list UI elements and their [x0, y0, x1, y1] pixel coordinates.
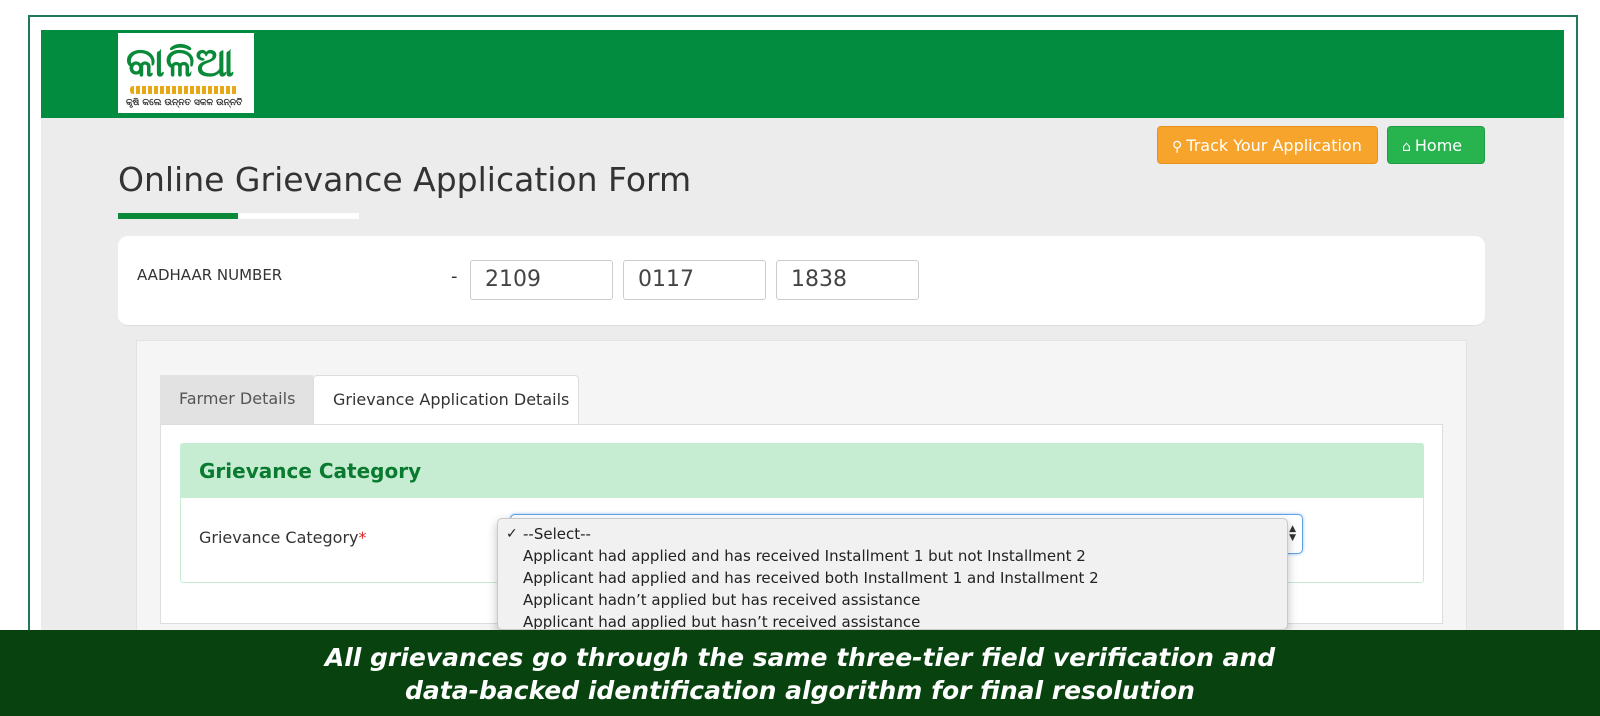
option-label: Applicant had applied but hasn’t receive… [523, 613, 921, 630]
option-label: Applicant had applied and has received b… [523, 569, 1099, 587]
map-marker-icon: ⚲ [1172, 139, 1183, 155]
wheat-icon [130, 86, 238, 94]
track-application-button[interactable]: ⚲ Track Your Application [1157, 126, 1378, 164]
aadhaar-separator: - [451, 266, 458, 287]
home-button[interactable]: ⌂ Home [1387, 126, 1485, 164]
dropdown-option-select[interactable]: ✓ --Select-- [498, 523, 1287, 545]
page-title: Online Grievance Application Form [118, 160, 692, 199]
title-underline-accent [118, 213, 238, 219]
option-label: Applicant had applied and has received I… [523, 547, 1086, 565]
option-label: --Select-- [523, 525, 591, 543]
aadhaar-part-3-input[interactable]: 1838 [776, 260, 919, 300]
aadhaar-label: AADHAAR NUMBER [137, 266, 283, 284]
check-icon: ✓ [506, 526, 518, 542]
home-label: Home [1414, 136, 1463, 155]
home-icon: ⌂ [1402, 139, 1411, 155]
dropdown-option[interactable]: Applicant had applied and has received I… [498, 545, 1287, 567]
tab-grievance-application-details[interactable]: Grievance Application Details [313, 375, 579, 426]
dropdown-option[interactable]: Applicant hadn’t applied but has receive… [498, 589, 1287, 611]
grievance-category-heading: Grievance Category [181, 444, 1423, 498]
title-underline [118, 213, 359, 219]
caption-line-1: All grievances go through the same three… [324, 643, 1276, 672]
logo-text: କାଳିଆ [126, 40, 236, 86]
caption-banner: All grievances go through the same three… [0, 630, 1600, 716]
grievance-category-label-text: Grievance Category [199, 528, 359, 547]
grievance-category-label: Grievance Category* [199, 528, 367, 547]
grievance-category-dropdown: ✓ --Select-- Applicant had applied and ha… [497, 518, 1288, 630]
caption-line-2: data-backed identification algorithm for… [405, 676, 1195, 705]
aadhaar-part-1-input[interactable]: 2109 [470, 260, 613, 300]
kalia-logo[interactable]: କାଳିଆ କୃଷି କଲେ ଉନ୍ନତ ସକଳ ଉନ୍ନତି [118, 33, 254, 113]
aadhaar-part-2-input[interactable]: 0117 [623, 260, 766, 300]
tab-farmer-details[interactable]: Farmer Details [160, 375, 313, 425]
header-bar: କାଳିଆ କୃଷି କଲେ ଉନ୍ନତ ସକଳ ଉନ୍ନତି [41, 30, 1564, 118]
track-application-label: Track Your Application [1186, 136, 1362, 155]
aadhaar-card: AADHAAR NUMBER - 2109 0117 1838 [118, 236, 1485, 326]
dropdown-option[interactable]: Applicant had applied and has received b… [498, 567, 1287, 589]
required-asterisk: * [358, 528, 367, 547]
logo-tagline: କୃଷି କଲେ ଉନ୍ନତ ସକଳ ଉନ୍ନତି [126, 98, 243, 108]
option-label: Applicant hadn’t applied but has receive… [523, 591, 921, 609]
select-arrows-icon: ▲ ▼ [1289, 524, 1296, 543]
dropdown-option[interactable]: Applicant had applied but hasn’t receive… [498, 611, 1287, 630]
